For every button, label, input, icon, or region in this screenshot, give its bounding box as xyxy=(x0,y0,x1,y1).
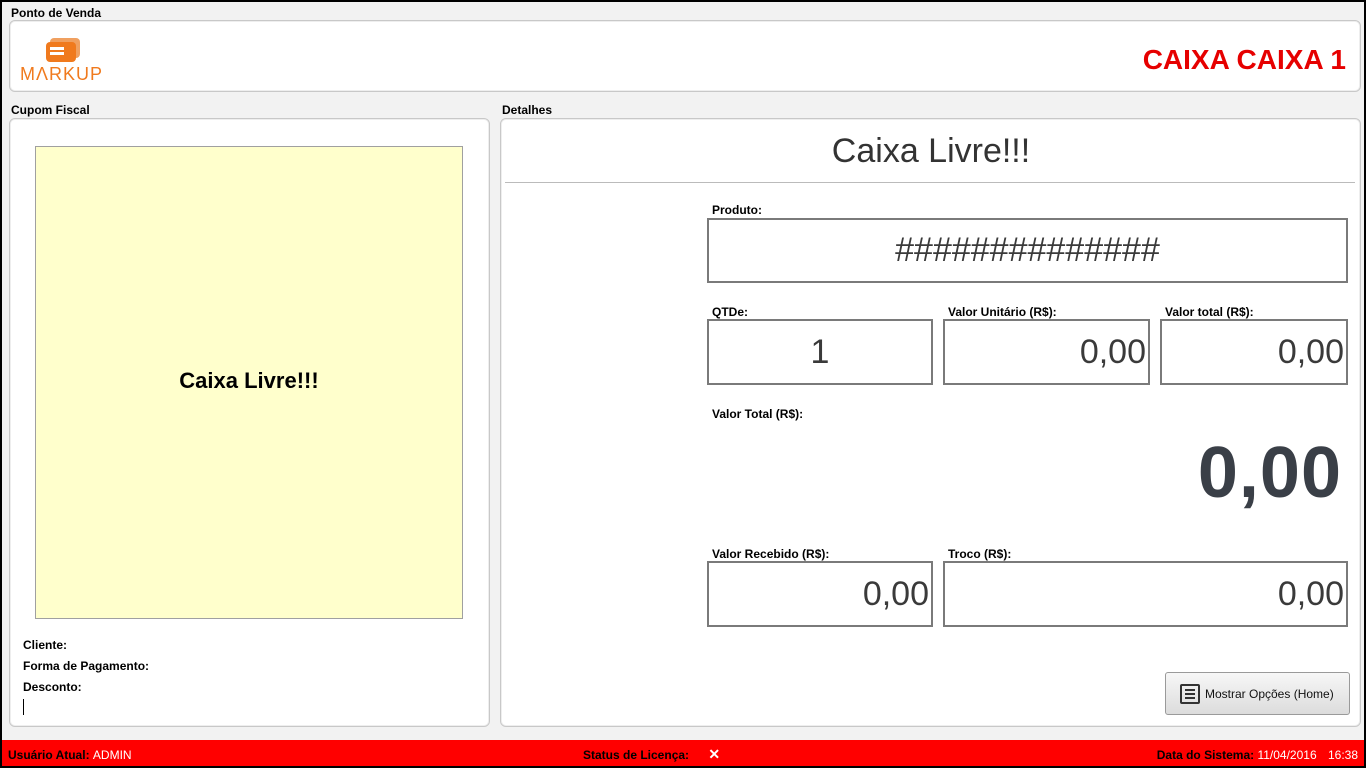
text-cursor[interactable] xyxy=(23,699,24,715)
qtde-field[interactable]: 1 xyxy=(707,319,933,385)
valor-total-item-value: 0,00 xyxy=(1277,332,1344,371)
data-segment: Data do Sistema: 11/04/2016 16:38 xyxy=(1157,748,1358,762)
produto-label: Produto: xyxy=(712,203,762,217)
valor-unitario-value: 0,00 xyxy=(1079,332,1146,371)
status-bar: Usuário Atual: ADMIN Status de Licença: … xyxy=(2,740,1364,766)
troco-value: 0,00 xyxy=(1277,574,1344,613)
list-icon xyxy=(1180,683,1200,704)
valor-recebido-value: 0,00 xyxy=(862,574,929,613)
receipt-area: Caixa Livre!!! xyxy=(35,146,463,619)
usuario-value: ADMIN xyxy=(92,748,132,762)
data-value: 11/04/2016 xyxy=(1257,748,1317,762)
pos-window: Ponto de Venda MΛRKUP CAIXA CAIXA 1 Cupo… xyxy=(0,0,1366,768)
troco-field[interactable]: 0,00 xyxy=(943,561,1348,627)
data-label: Data do Sistema: xyxy=(1156,748,1255,762)
mostrar-opcoes-label: Mostrar Opções (Home) xyxy=(1205,686,1334,701)
produto-field[interactable]: ############## xyxy=(707,218,1348,283)
markup-logo-icon: MΛRKUP xyxy=(20,36,116,86)
detalhes-panel xyxy=(500,118,1361,727)
usuario-segment: Usuário Atual: ADMIN xyxy=(8,748,132,762)
troco-label: Troco (R$): xyxy=(948,547,1012,561)
caixa-status-title: Caixa Livre!!! xyxy=(831,132,1031,170)
produto-value: ############## xyxy=(895,231,1160,269)
valor-total-value: 0,00 xyxy=(1197,433,1342,513)
qtde-label: QTDe: xyxy=(712,305,748,319)
valor-recebido-field[interactable]: 0,00 xyxy=(707,561,933,627)
valor-total-item-field[interactable]: 0,00 xyxy=(1160,319,1348,385)
hora-value: 16:38 xyxy=(1327,748,1358,762)
detalhes-group-label: Detalhes xyxy=(502,103,553,117)
desconto-label: Desconto: xyxy=(23,680,82,694)
cupom-group-label: Cupom Fiscal xyxy=(11,103,90,117)
usuario-label: Usuário Atual: xyxy=(8,748,90,762)
valor-total-label: Valor Total (R$): xyxy=(712,407,804,421)
receipt-status-text: Caixa Livre!!! xyxy=(179,367,319,393)
mostrar-opcoes-button[interactable]: Mostrar Opções (Home) xyxy=(1165,672,1350,715)
divider xyxy=(505,182,1355,183)
valor-unitario-label: Valor Unitário (R$): xyxy=(948,305,1057,319)
window-title: Ponto de Venda xyxy=(11,6,102,20)
valor-total-item-label: Valor total (R$): xyxy=(1165,305,1254,319)
close-icon: ✕ xyxy=(708,746,721,762)
licenca-segment: Status de Licença: ✕ xyxy=(583,746,720,763)
valor-unitario-field[interactable]: 0,00 xyxy=(943,319,1150,385)
licenca-label: Status de Licença: xyxy=(583,748,690,762)
pagamento-label: Forma de Pagamento: xyxy=(23,659,150,673)
qtde-value: 1 xyxy=(810,332,830,371)
cliente-label: Cliente: xyxy=(23,638,68,652)
valor-recebido-label: Valor Recebido (R$): xyxy=(712,547,830,561)
logo-text: MΛRKUP xyxy=(20,64,103,84)
caixa-title: CAIXA CAIXA 1 xyxy=(1142,44,1346,75)
